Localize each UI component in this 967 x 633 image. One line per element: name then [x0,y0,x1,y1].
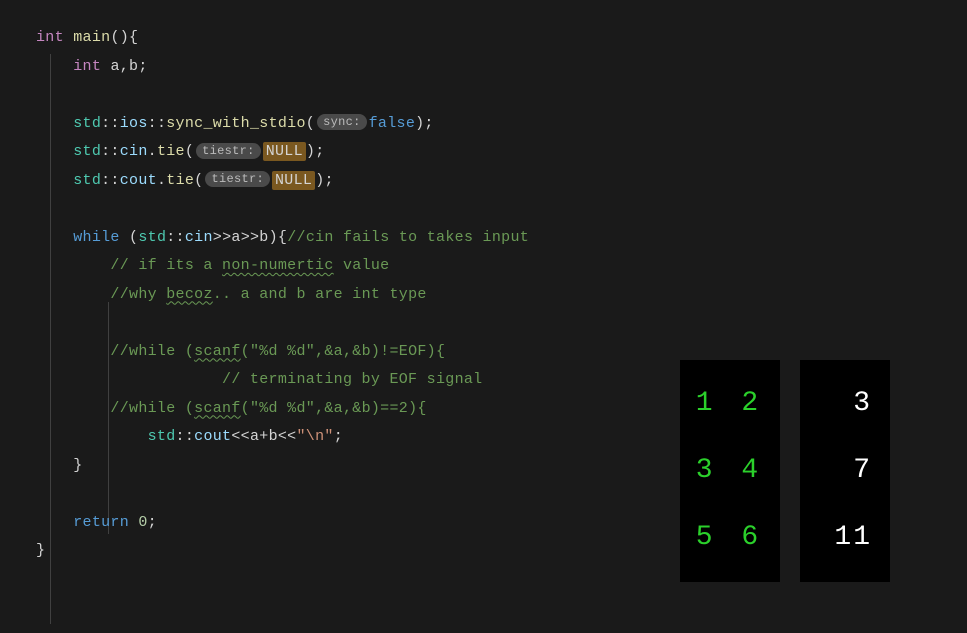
namespace: std [148,428,176,445]
terminal-line: 5 6 [694,504,766,571]
expr: a+b [250,428,278,445]
comment: //cin fails to takes input [287,229,529,246]
punct: ; [148,514,157,531]
punct: ; [334,428,343,445]
code-line: // if its a non-numertic value [36,252,943,281]
comment: // terminating by EOF signal [222,371,482,388]
var: a [231,229,240,246]
spell-error: scanf [194,343,241,360]
terminal-line: 1 2 [694,370,766,437]
keyword-ctrl: while [73,229,120,246]
namespace: std [138,229,166,246]
var-decl: a,b; [110,58,147,75]
code-line [36,309,943,338]
comment: // if its a non-numertic value [110,257,389,274]
var: b [259,229,268,246]
brace: } [73,457,82,474]
inlay-hint: sync: [317,114,367,130]
code-line [36,81,943,110]
member: cin [185,229,213,246]
code-line: int main(){ [36,24,943,53]
keyword-type: int [73,58,101,75]
const-null: NULL [272,171,315,190]
spell-error: non-numertic [222,257,334,274]
keyword-type: int [36,29,64,46]
const-false: false [369,115,416,132]
code-line: while (std::cin>>a>>b){//cin fails to ta… [36,224,943,253]
terminal-line: 11 [814,504,872,571]
function-call: tie [166,172,194,189]
code-line: int a,b; [36,53,943,82]
function-call: tie [157,143,185,160]
punct: ); [315,172,334,189]
namespace: std [73,143,101,160]
spell-error: becoz [166,286,213,303]
namespace: std [73,115,101,132]
inlay-hint: tiestr: [205,171,270,187]
inlay-hint: tiestr: [196,143,261,159]
code-line: std::cout.tie(tiestr:NULL); [36,167,943,196]
member: ios [120,115,148,132]
member: cout [120,172,157,189]
member: cin [120,143,148,160]
member: cout [194,428,231,445]
code-line: std::ios::sync_with_stdio(sync:false); [36,110,943,139]
punct: ); [415,115,434,132]
terminal-line: 7 [814,437,872,504]
function-name: main [73,29,110,46]
number: 0 [138,514,147,531]
const-null: NULL [263,142,306,161]
function-call: sync_with_stdio [166,115,306,132]
code-line [36,195,943,224]
punct: (){ [110,29,138,46]
code-line: std::cin.tie(tiestr:NULL); [36,138,943,167]
comment: //why becoz.. a and b are int type [110,286,426,303]
punct: ); [306,143,325,160]
terminal-input-panel: 1 2 3 4 5 6 [680,360,780,582]
terminal-line: 3 [814,370,872,437]
keyword-ctrl: return [73,514,129,531]
comment: //while (scanf("%d %d",&a,&b)==2){ [110,400,426,417]
terminal-line: 3 4 [694,437,766,504]
string: "\n" [296,428,333,445]
namespace: std [73,172,101,189]
terminal-output-panel: 3 7 11 [800,360,890,582]
comment: //while (scanf("%d %d",&a,&b)!=EOF){ [110,343,445,360]
spell-error: scanf [194,400,241,417]
code-line: //why becoz.. a and b are int type [36,281,943,310]
brace: } [36,542,45,559]
